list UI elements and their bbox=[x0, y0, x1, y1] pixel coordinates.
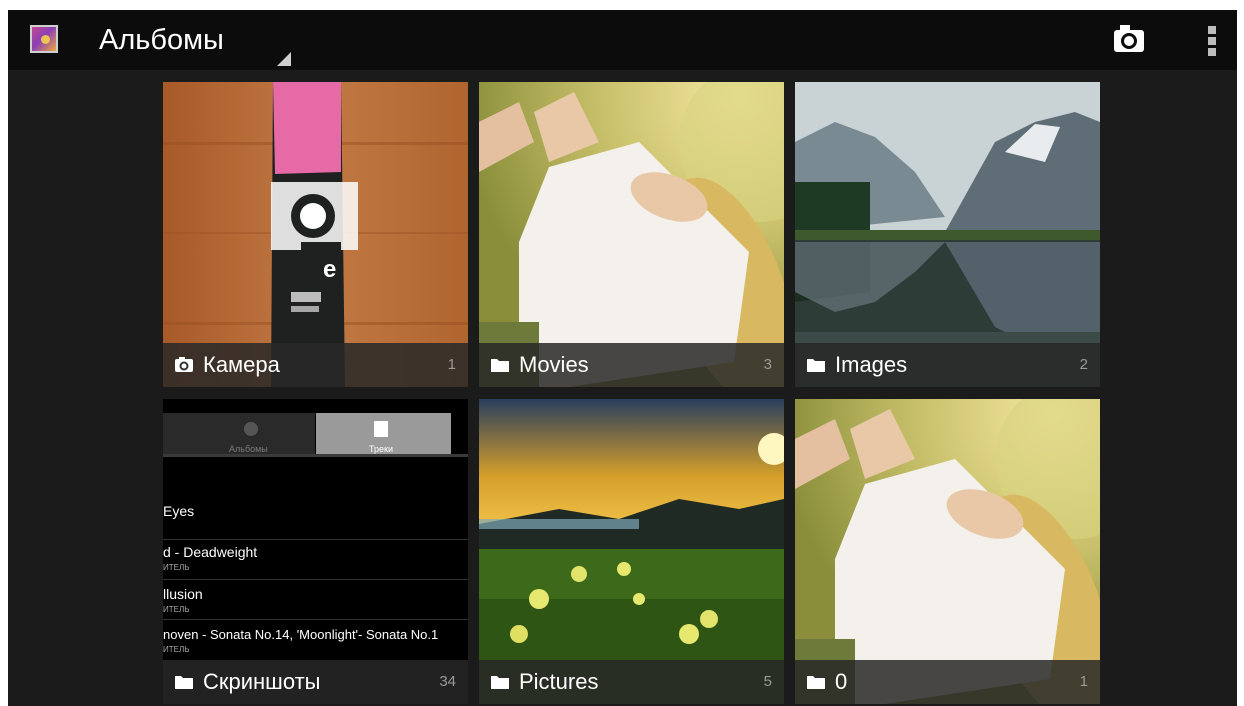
album-name: Images bbox=[835, 352, 908, 377]
album-caption: Камера 1 bbox=[163, 343, 468, 387]
album-tile-movies[interactable]: Movies 3 bbox=[479, 82, 784, 387]
album-caption: Pictures 5 bbox=[479, 660, 784, 704]
album-tile-0[interactable]: 0 1 bbox=[795, 399, 1100, 704]
thumb-track-sub: ИТЕЛЬ bbox=[163, 645, 190, 654]
album-caption: 0 1 bbox=[795, 660, 1100, 704]
album-thumbnail bbox=[479, 82, 784, 387]
gallery-app-icon[interactable] bbox=[30, 25, 58, 53]
album-count: 1 bbox=[447, 356, 456, 373]
gallery-screen: Альбомы e Камера 1 Movies 3 Images 2 Аль… bbox=[8, 10, 1237, 706]
svg-text:e: e bbox=[323, 256, 336, 283]
action-bar: Альбомы bbox=[8, 10, 1237, 70]
overflow-menu-icon bbox=[1208, 26, 1216, 34]
thumb-track-title: noven - Sonata No.14, 'Moonlight'- Sonat… bbox=[163, 627, 439, 642]
album-name: Movies bbox=[519, 352, 589, 377]
album-thumbnail bbox=[479, 399, 784, 704]
thumb-tab-albums: Альбомы bbox=[229, 444, 268, 454]
album-caption: Images 2 bbox=[795, 343, 1100, 387]
album-name: Камера bbox=[203, 352, 280, 377]
album-tile-pictures[interactable]: Pictures 5 bbox=[479, 399, 784, 704]
thumb-track-title: Eyes bbox=[163, 503, 195, 519]
folder-icon bbox=[491, 359, 509, 372]
album-thumbnail bbox=[795, 399, 1100, 704]
folder-icon bbox=[175, 676, 193, 689]
thumb-tab-tracks: Треки bbox=[369, 444, 393, 454]
dropdown-arrow-icon[interactable] bbox=[277, 52, 291, 66]
album-tile-camera[interactable]: e Камера 1 bbox=[163, 82, 468, 387]
camera-button[interactable] bbox=[1108, 22, 1148, 58]
album-view-title[interactable]: Альбомы bbox=[99, 24, 224, 57]
album-tile-screenshots[interactable]: Альбомы Треки Eyes d - Deadweight ИТЕЛЬ … bbox=[163, 399, 468, 704]
album-count: 3 bbox=[763, 356, 772, 373]
album-name: 0 bbox=[835, 669, 848, 694]
album-caption: Movies 3 bbox=[479, 343, 784, 387]
album-count: 1 bbox=[1079, 673, 1088, 690]
album-count: 2 bbox=[1079, 356, 1088, 373]
album-thumbnail bbox=[795, 82, 1100, 387]
overflow-menu-button[interactable] bbox=[1204, 24, 1224, 60]
album-count: 5 bbox=[763, 673, 772, 690]
camera-icon bbox=[175, 357, 193, 372]
album-count: 34 bbox=[439, 673, 456, 690]
camera-icon bbox=[1114, 25, 1144, 52]
album-thumbnail: e bbox=[163, 82, 468, 387]
album-tile-images[interactable]: Images 2 bbox=[795, 82, 1100, 387]
album-name: Скриншоты bbox=[203, 669, 321, 694]
thumb-track-sub: ИТЕЛЬ bbox=[163, 605, 190, 614]
folder-icon bbox=[807, 359, 825, 372]
thumb-track-title: d - Deadweight bbox=[163, 544, 258, 560]
album-caption: Скриншоты 34 bbox=[163, 660, 468, 704]
thumb-track-title: llusion bbox=[163, 586, 203, 602]
album-name: Pictures bbox=[519, 669, 599, 694]
folder-icon bbox=[807, 676, 825, 689]
folder-icon bbox=[491, 676, 509, 689]
thumb-track-sub: ИТЕЛЬ bbox=[163, 563, 190, 572]
